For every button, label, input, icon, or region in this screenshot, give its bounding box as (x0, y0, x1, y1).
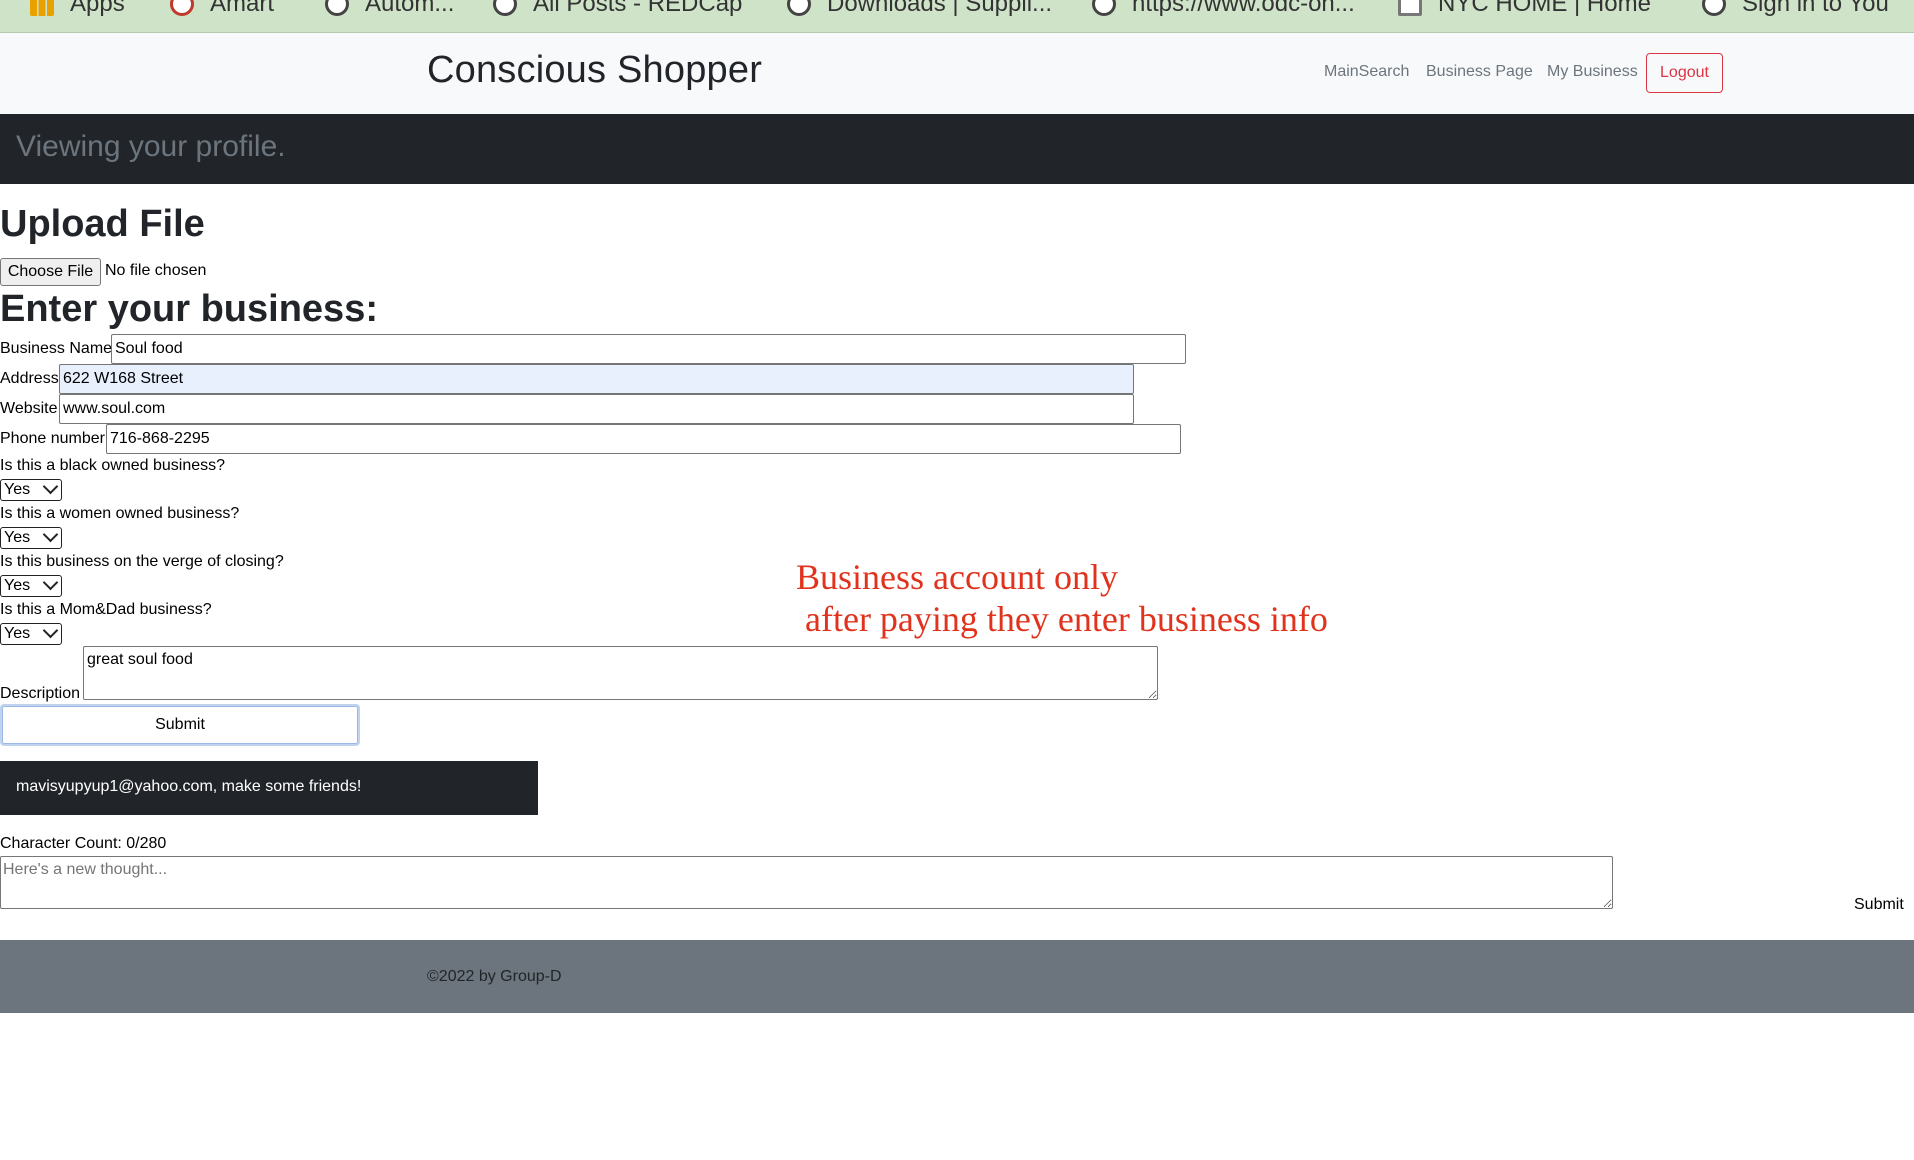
website-input[interactable] (59, 394, 1134, 424)
business-submit-button[interactable]: Submit (0, 704, 360, 746)
bookmark-label: NYC HOME | Home (1438, 0, 1651, 17)
bookmark-label: Autom... (365, 0, 455, 17)
bookmark-label: Downloads | Suppli... (827, 0, 1053, 17)
business-name-input[interactable] (111, 334, 1186, 364)
address-input[interactable] (59, 364, 1134, 394)
bookmark-label: Apps (70, 0, 125, 17)
black-owned-select[interactable]: Yes (0, 478, 62, 501)
mom-dad-select[interactable]: Yes (0, 622, 62, 645)
select-value: Yes (4, 577, 31, 594)
character-count: Character Count: 0/280 (0, 835, 167, 852)
description-label: Description (0, 685, 81, 702)
globe-icon (325, 0, 349, 16)
business-form-heading: Enter your business: (0, 288, 378, 330)
phone-input[interactable] (106, 424, 1181, 454)
thought-textarea[interactable] (0, 856, 1613, 909)
upload-heading: Upload File (0, 203, 205, 245)
annotation-note: Business account only after paying they … (796, 556, 1328, 640)
nav-link-mainsearch[interactable]: MainSearch (1324, 63, 1409, 81)
globe-icon (787, 0, 811, 16)
bookmark-signin[interactable]: Sign in to You (1702, 0, 1889, 20)
mom-dad-label: Is this a Mom&Dad business? (0, 601, 212, 618)
footer-copyright: ©2022 by Group-D (427, 968, 562, 985)
verge-closing-select[interactable]: Yes (0, 574, 62, 597)
phone-label: Phone number (0, 430, 105, 447)
bookmark-nychome[interactable]: NYC HOME | Home (1398, 0, 1651, 20)
nav-link-my-business[interactable]: My Business (1547, 63, 1638, 81)
business-name-label: Business Name (0, 340, 113, 357)
verge-closing-label: Is this business on the verge of closing… (0, 553, 284, 570)
chevron-down-icon (42, 526, 59, 543)
chevron-down-icon (42, 478, 59, 495)
page: Apps Amart Autom... All Posts - REDCap D… (0, 0, 1914, 1160)
bookmark-label: Sign in to You (1742, 0, 1889, 17)
thought-submit-button[interactable]: Submit (1854, 896, 1904, 914)
friends-message: mavisyupyup1@yahoo.com, make some friend… (16, 778, 362, 795)
description-textarea[interactable]: great soul food (83, 646, 1158, 700)
navbar: Conscious Shopper MainSearch Business Pa… (0, 33, 1914, 114)
friends-box: mavisyupyup1@yahoo.com, make some friend… (0, 761, 538, 815)
annotation-line-2: after paying they enter business info (796, 599, 1328, 639)
black-owned-label: Is this a black owned business? (0, 457, 226, 474)
women-owned-select[interactable]: Yes (0, 526, 62, 549)
annotation-line-1: Business account only (796, 557, 1118, 597)
select-value: Yes (4, 625, 31, 642)
chevron-down-icon (42, 574, 59, 591)
bookmark-label: All Posts - REDCap (533, 0, 743, 17)
select-value: Yes (4, 529, 31, 546)
magnifier-icon (170, 0, 194, 16)
nav-link-business-page[interactable]: Business Page (1426, 63, 1533, 81)
address-label: Address (0, 370, 59, 387)
world-icon (493, 0, 517, 16)
bookmarks-bar: Apps Amart Autom... All Posts - REDCap D… (0, 0, 1914, 33)
sheet-icon (1398, 0, 1422, 16)
globe-icon (1092, 0, 1116, 16)
bookmark-redcap[interactable]: All Posts - REDCap (493, 0, 742, 20)
brand-title[interactable]: Conscious Shopper (427, 49, 762, 92)
select-value: Yes (4, 481, 31, 498)
bookmark-label: https://www.odc-oh... (1132, 0, 1355, 17)
choose-file-button[interactable]: Choose File (0, 258, 101, 286)
website-label: Website (0, 400, 58, 417)
apps-grid-icon (30, 0, 54, 16)
bookmark-apps[interactable]: Apps (30, 0, 125, 20)
logout-button[interactable]: Logout (1646, 53, 1723, 93)
file-status: No file chosen (105, 262, 207, 279)
bookmark-amart[interactable]: Amart (170, 0, 274, 20)
bookmark-downloads[interactable]: Downloads | Suppli... (787, 0, 1052, 20)
banner-text: Viewing your profile. (16, 130, 286, 163)
globe-icon (1702, 0, 1726, 16)
bookmark-autom[interactable]: Autom... (325, 0, 454, 20)
footer: ©2022 by Group-D (0, 940, 1914, 1013)
bookmark-label: Amart (210, 0, 275, 17)
bookmark-odc[interactable]: https://www.odc-oh... (1092, 0, 1355, 20)
women-owned-label: Is this a women owned business? (0, 505, 240, 522)
chevron-down-icon (42, 622, 59, 639)
profile-banner: Viewing your profile. (0, 114, 1914, 184)
